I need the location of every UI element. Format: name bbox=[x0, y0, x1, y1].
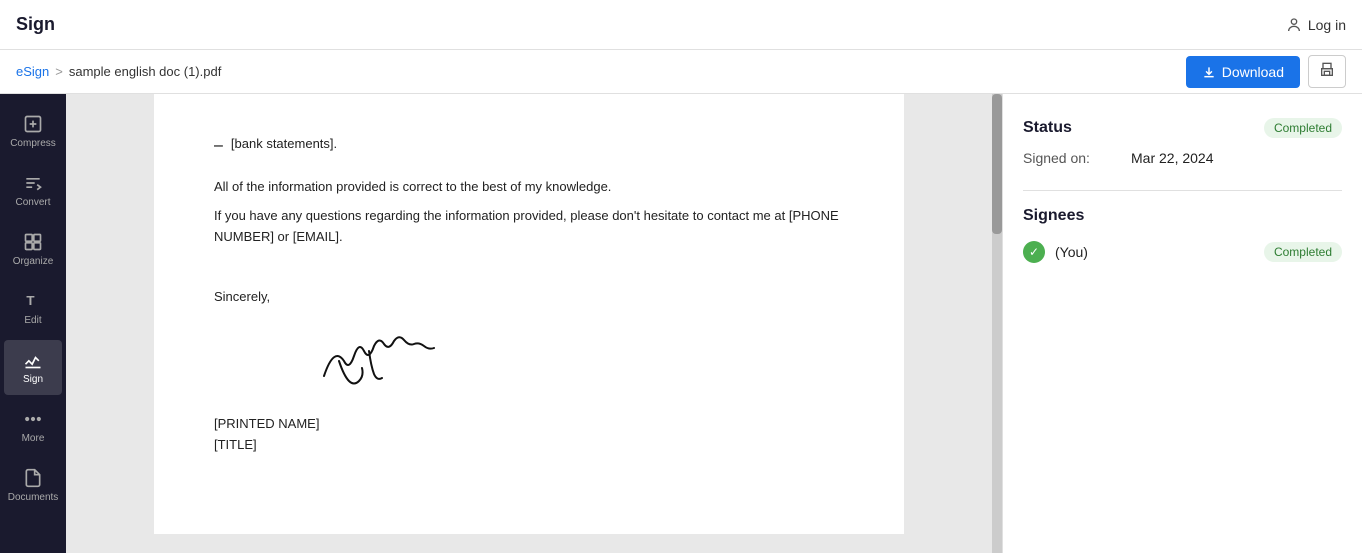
sidebar-label-edit: Edit bbox=[24, 315, 41, 326]
print-button[interactable] bbox=[1308, 55, 1346, 88]
sidebar-label-convert: Convert bbox=[15, 197, 50, 208]
signee-check-icon: ✓ bbox=[1023, 241, 1045, 263]
scrollbar-track[interactable] bbox=[992, 94, 1002, 553]
signature-area: Sincerely, [PRINTED NAME] [TITLE] bbox=[214, 287, 844, 455]
breadcrumb-separator: > bbox=[55, 64, 63, 79]
printed-name-text: [PRINTED NAME] bbox=[214, 414, 844, 435]
signees-section: Signees ✓ (You) Completed bbox=[1023, 207, 1342, 263]
convert-icon bbox=[23, 173, 43, 193]
scrollbar-thumb[interactable] bbox=[992, 94, 1002, 234]
more-icon bbox=[23, 409, 43, 429]
pdf-page: – [bank statements]. All of the informat… bbox=[154, 94, 904, 534]
breadcrumb-file: sample english doc (1).pdf bbox=[69, 64, 221, 79]
signature-image bbox=[314, 326, 444, 396]
signee-name: (You) bbox=[1055, 244, 1088, 260]
breadcrumb-bar: eSign > sample english doc (1).pdf Downl… bbox=[0, 50, 1362, 94]
sincerely-text: Sincerely, bbox=[214, 287, 844, 308]
breadcrumb-actions: Download bbox=[1186, 55, 1346, 88]
sidebar-label-compress: Compress bbox=[10, 138, 56, 149]
status-title: Status bbox=[1023, 119, 1072, 137]
download-icon bbox=[1202, 65, 1216, 79]
sidebar-label-sign: Sign bbox=[23, 374, 43, 385]
sign-icon bbox=[23, 350, 43, 370]
app-header: Sign Log in bbox=[0, 0, 1362, 50]
paragraph2-text: If you have any questions regarding the … bbox=[214, 206, 844, 248]
breadcrumb-parent[interactable]: eSign bbox=[16, 64, 49, 79]
login-label: Log in bbox=[1308, 17, 1346, 33]
sidebar-item-documents[interactable]: Documents bbox=[4, 458, 62, 513]
signed-on-value: Mar 22, 2024 bbox=[1131, 150, 1214, 166]
paragraph1-text: All of the information provided is corre… bbox=[214, 177, 844, 198]
login-button[interactable]: Log in bbox=[1286, 17, 1346, 33]
header-actions: Log in bbox=[1286, 17, 1346, 33]
pdf-paragraph1: All of the information provided is corre… bbox=[214, 177, 844, 247]
status-section: Status Completed Signed on: Mar 22, 2024 bbox=[1023, 118, 1342, 166]
sidebar-item-convert[interactable]: Convert bbox=[4, 163, 62, 218]
sidebar: Compress Convert Organize T Edit Sign bbox=[0, 94, 66, 553]
signee-status-badge: Completed bbox=[1264, 242, 1342, 262]
app-title: Sign bbox=[16, 14, 55, 35]
status-badge: Completed bbox=[1264, 118, 1342, 138]
print-icon bbox=[1319, 62, 1335, 78]
user-icon bbox=[1286, 17, 1302, 33]
right-panel: Status Completed Signed on: Mar 22, 2024… bbox=[1002, 94, 1362, 553]
sidebar-label-more: More bbox=[22, 433, 45, 444]
sidebar-item-edit[interactable]: T Edit bbox=[4, 281, 62, 336]
sidebar-item-more[interactable]: More bbox=[4, 399, 62, 454]
download-button[interactable]: Download bbox=[1186, 56, 1300, 88]
organize-icon bbox=[23, 232, 43, 252]
panel-divider bbox=[1023, 190, 1342, 191]
signee-row: ✓ (You) Completed bbox=[1023, 241, 1342, 263]
status-header: Status Completed bbox=[1023, 118, 1342, 138]
download-label: Download bbox=[1222, 64, 1284, 80]
breadcrumb: eSign > sample english doc (1).pdf bbox=[16, 64, 221, 79]
signed-on-label: Signed on: bbox=[1023, 150, 1123, 166]
pdf-viewer[interactable]: – [bank statements]. All of the informat… bbox=[66, 94, 992, 553]
signed-on-row: Signed on: Mar 22, 2024 bbox=[1023, 150, 1342, 166]
compress-icon bbox=[23, 114, 43, 134]
main-layout: Compress Convert Organize T Edit Sign bbox=[0, 94, 1362, 553]
bullet-dot: – bbox=[214, 137, 223, 155]
svg-text:T: T bbox=[26, 293, 34, 308]
content-area: – [bank statements]. All of the informat… bbox=[66, 94, 1002, 553]
sidebar-item-sign[interactable]: Sign bbox=[4, 340, 62, 395]
sidebar-item-compress[interactable]: Compress bbox=[4, 104, 62, 159]
documents-icon bbox=[23, 468, 43, 488]
signees-title: Signees bbox=[1023, 207, 1342, 225]
sidebar-label-organize: Organize bbox=[13, 256, 54, 267]
bullet-text: [bank statements]. bbox=[231, 134, 337, 155]
signature-svg bbox=[314, 326, 444, 396]
sidebar-item-organize[interactable]: Organize bbox=[4, 222, 62, 277]
title-text: [TITLE] bbox=[214, 435, 844, 456]
sidebar-label-documents: Documents bbox=[8, 492, 59, 503]
edit-icon: T bbox=[23, 291, 43, 311]
pdf-bullet-item: – [bank statements]. bbox=[214, 134, 844, 155]
signee-left: ✓ (You) bbox=[1023, 241, 1088, 263]
